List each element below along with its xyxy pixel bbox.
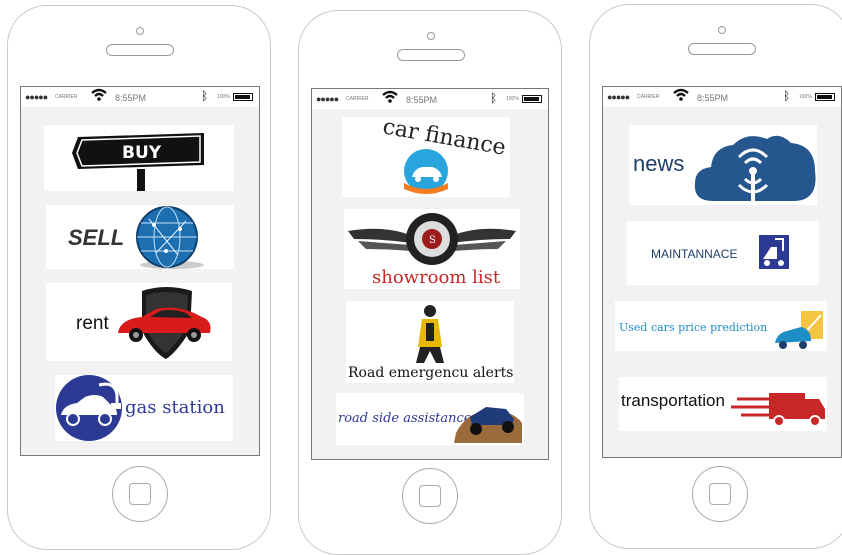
wifi-icon xyxy=(382,90,398,106)
speaker-grille xyxy=(688,43,756,55)
bluetooth-icon: ᛒ xyxy=(201,89,209,103)
battery-percent: 100% xyxy=(217,94,230,100)
transportation-tile[interactable]: transportation xyxy=(619,377,827,431)
road-side-assistance-tile[interactable]: road side assistance xyxy=(336,393,524,445)
carrier-label: CARRIER xyxy=(346,96,369,102)
status-bar: ●●●●● CARRIER 8:55PM ᛒ 100% xyxy=(603,87,841,107)
phone-screen-1: ●●●●● CARRIER 8:55PM ᛒ 100% BUY SELL ren… xyxy=(20,86,260,456)
battery-percent: 100% xyxy=(506,96,519,102)
phone-screen-3: ●●●●● CARRIER 8:55PM ᛒ 100% news MAINTAN… xyxy=(602,86,842,458)
red-car-shield-icon xyxy=(118,287,211,359)
showroom-list-label: showroom list xyxy=(372,267,501,288)
car-chart-icon xyxy=(775,311,823,349)
home-square-icon xyxy=(709,483,731,505)
rent-tile[interactable]: rent xyxy=(46,283,232,361)
cloud-broadcast-icon xyxy=(694,135,816,201)
clock-label: 8:55PM xyxy=(406,95,438,105)
camera-dot xyxy=(427,32,435,40)
tow-truck-icon xyxy=(759,235,789,269)
offroad-car-icon xyxy=(454,407,522,443)
status-bar: ●●●●● CARRIER 8:55PM ᛒ 100% xyxy=(312,89,548,109)
buy-tile[interactable]: BUY xyxy=(44,125,234,191)
news-tile[interactable]: news xyxy=(629,125,817,205)
home-square-icon xyxy=(419,485,441,507)
gas-station-tile[interactable]: gas station xyxy=(55,375,233,441)
camera-dot xyxy=(718,26,726,34)
battery-icon xyxy=(233,93,253,101)
wifi-icon xyxy=(91,88,107,104)
home-button[interactable] xyxy=(402,468,458,524)
gas-station-label: gas station xyxy=(125,397,225,418)
sell-tile[interactable]: SELL xyxy=(46,205,234,269)
home-button[interactable] xyxy=(692,466,748,522)
camera-dot xyxy=(136,27,144,35)
home-button[interactable] xyxy=(112,466,168,522)
bluetooth-icon: ᛒ xyxy=(490,91,498,105)
road-emergency-alerts-tile[interactable]: Road emergencu alerts xyxy=(346,301,514,383)
battery-icon xyxy=(522,95,542,103)
signal-dots-icon: ●●●●● xyxy=(607,92,630,102)
maintenance-tile[interactable]: MAINTANNACE xyxy=(627,221,819,285)
speaker-grille xyxy=(106,44,174,56)
signal-dots-icon: ●●●●● xyxy=(25,92,48,102)
carrier-label: CARRIER xyxy=(637,94,660,100)
used-cars-price-prediction-tile[interactable]: Used cars price prediction xyxy=(615,301,827,351)
clock-label: 8:55PM xyxy=(697,93,729,103)
home-square-icon xyxy=(129,483,151,505)
bluetooth-icon: ᛒ xyxy=(783,89,791,103)
phone-screen-2: ●●●●● CARRIER 8:55PM ᛒ 100% car finance … xyxy=(311,88,549,460)
wifi-icon xyxy=(673,88,689,104)
speeding-truck-icon xyxy=(731,393,825,427)
car-finance-tile[interactable]: car finance xyxy=(342,117,510,197)
carrier-label: CARRIER xyxy=(55,94,78,100)
clock-label: 8:55PM xyxy=(115,93,147,103)
speaker-grille xyxy=(397,49,465,61)
svg-text:S: S xyxy=(429,235,436,246)
status-bar: ●●●●● CARRIER 8:55PM ᛒ 100% xyxy=(21,87,259,107)
road-emergency-alerts-label: Road emergencu alerts xyxy=(348,365,514,381)
battery-icon xyxy=(815,93,835,101)
globe-icon xyxy=(136,206,204,269)
signal-dots-icon: ●●●●● xyxy=(316,94,339,104)
battery-percent: 100% xyxy=(799,94,812,100)
showroom-list-tile[interactable]: S showroom list xyxy=(344,209,520,289)
buy-label: BUY xyxy=(122,143,162,163)
